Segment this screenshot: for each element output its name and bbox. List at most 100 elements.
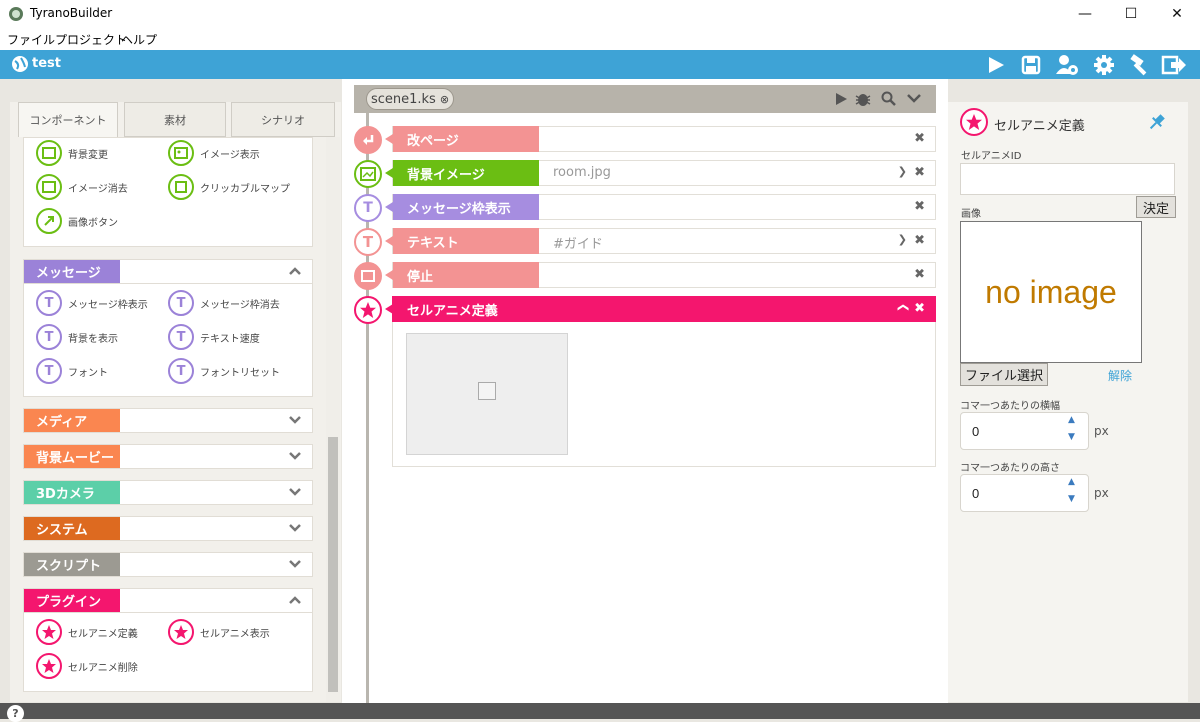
component-image-hide[interactable]: イメージ消去 <box>36 174 128 200</box>
component-message-window-show[interactable]: T メッセージ枠表示 <box>36 290 148 316</box>
scene-row-background[interactable]: 背景イメージ room.jpg ❯ ✖ <box>385 160 936 186</box>
delete-row-icon[interactable]: ✖ <box>914 301 925 316</box>
component-label: イメージ表示 <box>200 149 260 161</box>
scrollbar-thumb[interactable] <box>328 437 338 692</box>
play-scene-icon[interactable] <box>834 92 848 106</box>
delete-row-icon[interactable]: ✖ <box>914 199 925 214</box>
chevron-up-icon[interactable] <box>286 591 304 609</box>
main-toolbar: test <box>0 50 1200 79</box>
globe-icon <box>12 56 28 72</box>
search-icon[interactable] <box>881 91 897 107</box>
row-label: 停止 <box>407 269 434 285</box>
chevron-up-icon[interactable] <box>286 262 304 280</box>
component-cell-anim-delete[interactable]: セルアニメ削除 <box>36 653 138 679</box>
minimize-button[interactable]: — <box>1062 0 1108 28</box>
user-settings-icon[interactable] <box>1053 53 1081 77</box>
decrement-icon[interactable]: ▼ <box>1068 494 1075 504</box>
menu-project[interactable]: プロジェクト <box>55 31 127 48</box>
scene-tab-label: scene1.ks <box>370 91 436 107</box>
pin-icon[interactable] <box>1147 112 1167 132</box>
component-cell-anim-show[interactable]: セルアニメ表示 <box>168 619 270 645</box>
scene-file-tab[interactable]: scene1.ks ⊗ <box>366 88 454 110</box>
broken-image-icon <box>478 382 496 400</box>
menu-file[interactable]: ファイル <box>7 31 55 48</box>
delete-row-icon[interactable]: ✖ <box>914 233 925 248</box>
category-system[interactable]: システム <box>23 516 313 541</box>
component-bg-change[interactable]: 背景変更 <box>36 140 108 166</box>
row-value: #ガイド <box>553 237 603 252</box>
chevron-down-icon[interactable]: ❯ <box>898 233 907 246</box>
delete-row-icon[interactable]: ✖ <box>914 267 925 282</box>
category-label: スクリプト <box>24 553 120 576</box>
component-label: メッセージ枠消去 <box>200 299 280 311</box>
increment-icon[interactable]: ▲ <box>1068 415 1075 425</box>
scene-row-message-window[interactable]: メッセージ枠表示 ✖ <box>385 194 936 220</box>
clear-link[interactable]: 解除 <box>1108 367 1132 384</box>
scene-row-text[interactable]: テキスト #ガイド ❯ ✖ <box>385 228 936 254</box>
debug-bug-icon[interactable] <box>855 90 871 107</box>
component-cell-anim-define[interactable]: セルアニメ定義 <box>36 619 138 645</box>
decrement-icon[interactable]: ▼ <box>1068 432 1075 442</box>
component-image-show[interactable]: イメージ表示 <box>168 140 260 166</box>
category-script[interactable]: スクリプト <box>23 552 313 577</box>
tab-scenario[interactable]: シナリオ <box>231 102 335 137</box>
menu-help[interactable]: ヘルプ <box>121 31 157 48</box>
chevron-up-icon[interactable]: ❯ <box>896 303 909 312</box>
chevron-down-icon[interactable] <box>906 93 922 105</box>
file-select-button[interactable]: ファイル選択 <box>960 363 1048 386</box>
component-text-speed[interactable]: T テキスト速度 <box>168 324 260 350</box>
chevron-down-icon[interactable] <box>286 519 304 537</box>
decide-button[interactable]: 決定 <box>1136 196 1176 218</box>
star-icon <box>960 108 988 136</box>
component-show-background[interactable]: T 背景を表示 <box>36 324 118 350</box>
category-plugin[interactable]: プラグイン <box>23 588 313 613</box>
component-label: クリッカブルマップ <box>200 183 290 195</box>
component-message-window-hide[interactable]: T メッセージ枠消去 <box>168 290 280 316</box>
component-clickable-map[interactable]: クリッカブルマップ <box>168 174 290 200</box>
unit-label: px <box>1094 424 1109 438</box>
chevron-down-icon[interactable] <box>286 447 304 465</box>
exit-icon[interactable] <box>1160 53 1188 77</box>
chevron-down-icon[interactable]: ❯ <box>898 165 907 178</box>
page-break-icon <box>354 126 382 154</box>
image-label: 画像 <box>961 209 981 220</box>
play-icon[interactable] <box>982 53 1010 77</box>
category-bg-movie[interactable]: 背景ムービー <box>23 444 313 469</box>
component-label: フォント <box>68 367 108 379</box>
scene-row-page-break[interactable]: 改ページ ✖ <box>385 126 936 152</box>
cell-anim-id-input[interactable] <box>960 163 1175 195</box>
scene-row-stop[interactable]: 停止 ✖ <box>385 262 936 288</box>
help-icon[interactable]: ? <box>7 705 24 722</box>
image-hide-icon <box>36 174 62 200</box>
maximize-button[interactable]: ☐ <box>1108 0 1154 28</box>
row-label: メッセージ枠表示 <box>407 201 511 217</box>
tab-materials[interactable]: 素材 <box>124 102 226 137</box>
category-3d-camera[interactable]: 3Dカメラ <box>23 480 313 505</box>
frame-height-input[interactable] <box>964 478 1064 508</box>
category-media[interactable]: メディア <box>23 408 313 433</box>
gear-icon[interactable] <box>1090 53 1118 77</box>
component-font[interactable]: T フォント <box>36 358 108 384</box>
frame-height-label: コマ一つあたりの高さ <box>960 463 1060 474</box>
text-icon: T <box>354 228 382 256</box>
close-tab-icon[interactable]: ⊗ <box>440 93 449 106</box>
row-label-bg: メッセージ枠表示 <box>385 194 539 220</box>
component-font-reset[interactable]: T フォントリセット <box>168 358 280 384</box>
tab-components[interactable]: コンポーネント <box>18 102 118 137</box>
app-logo-icon <box>9 7 23 21</box>
chevron-down-icon[interactable] <box>286 411 304 429</box>
save-icon[interactable] <box>1017 53 1045 77</box>
background-change-icon <box>36 140 62 166</box>
chevron-down-icon[interactable] <box>286 483 304 501</box>
frame-width-input[interactable] <box>964 416 1064 446</box>
hammer-icon[interactable] <box>1126 53 1154 77</box>
close-button[interactable]: ✕ <box>1154 0 1200 28</box>
component-image-button[interactable]: 画像ボタン <box>36 208 118 234</box>
category-message[interactable]: メッセージ <box>23 259 313 284</box>
chevron-down-icon[interactable] <box>286 555 304 573</box>
increment-icon[interactable]: ▲ <box>1068 477 1075 487</box>
delete-row-icon[interactable]: ✖ <box>914 165 925 180</box>
component-label: 背景を表示 <box>68 333 118 345</box>
scene-row-cell-anim-define[interactable]: セルアニメ定義 ❯ ✖ <box>385 296 936 322</box>
delete-row-icon[interactable]: ✖ <box>914 131 925 146</box>
